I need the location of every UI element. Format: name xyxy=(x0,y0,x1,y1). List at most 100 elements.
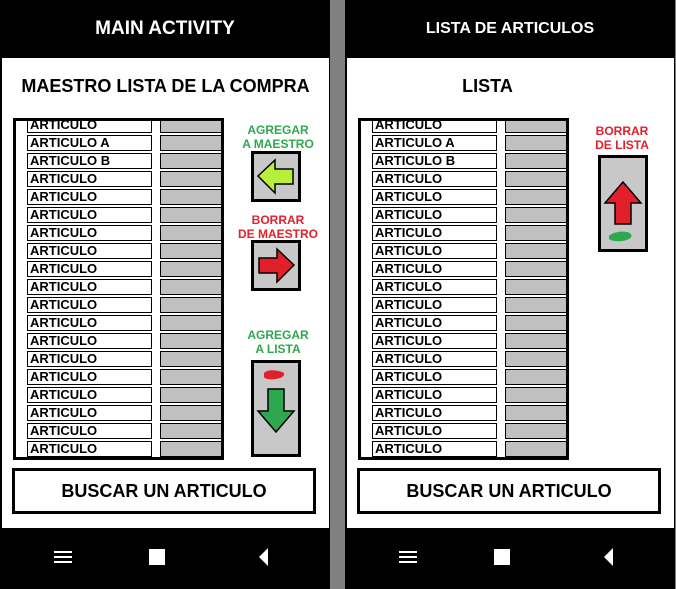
list-item[interactable]: ARTICULO xyxy=(16,169,221,187)
item-name[interactable]: ARTICULO A xyxy=(372,135,497,151)
item-name[interactable]: ARTICULO xyxy=(372,387,497,403)
item-quantity-field[interactable] xyxy=(160,279,221,295)
add-to-master-button[interactable] xyxy=(251,151,301,202)
item-name[interactable]: ARTICULO xyxy=(27,333,152,349)
item-name[interactable]: ARTICULO xyxy=(372,423,497,439)
item-quantity-field[interactable] xyxy=(160,315,221,331)
home-square-icon[interactable] xyxy=(493,548,511,566)
item-name[interactable]: ARTICULO xyxy=(27,441,152,457)
item-quantity-field[interactable] xyxy=(160,225,221,241)
item-quantity-field[interactable] xyxy=(160,369,221,385)
list-item[interactable]: ARTICULO xyxy=(361,241,566,259)
item-quantity-field[interactable] xyxy=(160,405,221,421)
item-name[interactable]: ARTICULO A xyxy=(27,135,152,151)
list-item[interactable]: ARTICULO xyxy=(361,295,566,313)
item-quantity-field[interactable] xyxy=(505,225,566,241)
item-quantity-field[interactable] xyxy=(160,297,221,313)
item-quantity-field[interactable] xyxy=(505,121,566,133)
home-square-icon[interactable] xyxy=(148,548,166,566)
search-button[interactable]: BUSCAR UN ARTICULO xyxy=(12,468,316,514)
item-quantity-field[interactable] xyxy=(505,441,566,457)
item-quantity-field[interactable] xyxy=(160,333,221,349)
item-name[interactable]: ARTICULO xyxy=(27,423,152,439)
item-name[interactable]: ARTICULO B xyxy=(27,153,152,169)
item-quantity-field[interactable] xyxy=(160,423,221,439)
list-item[interactable]: ARTICULO xyxy=(361,403,566,421)
item-quantity-field[interactable] xyxy=(505,189,566,205)
item-name[interactable]: ARTICULO xyxy=(27,297,152,313)
item-quantity-field[interactable] xyxy=(505,297,566,313)
item-name[interactable]: ARTICULO xyxy=(27,405,152,421)
item-quantity-field[interactable] xyxy=(505,279,566,295)
list-item[interactable]: ARTICULO xyxy=(361,349,566,367)
list-item[interactable]: ARTICULO B xyxy=(16,151,221,169)
item-name[interactable]: ARTICULO xyxy=(27,207,152,223)
item-name[interactable]: ARTICULO xyxy=(372,405,497,421)
list-item[interactable]: ARTICULO xyxy=(361,223,566,241)
menu-icon[interactable] xyxy=(54,548,72,566)
item-name[interactable]: ARTICULO xyxy=(27,387,152,403)
list-item[interactable]: ARTICULO xyxy=(16,349,221,367)
list-item[interactable]: ARTICULO xyxy=(361,313,566,331)
list-item[interactable]: ARTICULO xyxy=(16,187,221,205)
item-name[interactable]: ARTICULO xyxy=(27,261,152,277)
list-item[interactable]: ARTICULO xyxy=(361,367,566,385)
list-item[interactable]: ARTICULO xyxy=(16,121,221,133)
item-name[interactable]: ARTICULO xyxy=(372,441,497,457)
list-item[interactable]: ARTICULO xyxy=(16,259,221,277)
item-quantity-field[interactable] xyxy=(505,171,566,187)
item-quantity-field[interactable] xyxy=(505,369,566,385)
item-name[interactable]: ARTICULO xyxy=(27,121,152,133)
item-quantity-field[interactable] xyxy=(160,121,221,133)
item-name[interactable]: ARTICULO xyxy=(27,315,152,331)
list-item[interactable]: ARTICULO xyxy=(16,295,221,313)
item-quantity-field[interactable] xyxy=(505,261,566,277)
item-name[interactable]: ARTICULO xyxy=(372,189,497,205)
list-item[interactable]: ARTICULO xyxy=(16,385,221,403)
item-name[interactable]: ARTICULO B xyxy=(372,153,497,169)
list-item[interactable]: ARTICULO xyxy=(16,313,221,331)
list-item[interactable]: ARTICULO xyxy=(361,187,566,205)
item-quantity-field[interactable] xyxy=(160,207,221,223)
list-item[interactable]: ARTICULO xyxy=(361,205,566,223)
list-item[interactable]: ARTICULO xyxy=(16,439,221,457)
item-name[interactable]: ARTICULO xyxy=(27,369,152,385)
add-to-list-button[interactable] xyxy=(251,360,301,457)
item-quantity-field[interactable] xyxy=(505,351,566,367)
item-quantity-field[interactable] xyxy=(505,405,566,421)
item-name[interactable]: ARTICULO xyxy=(27,171,152,187)
item-quantity-field[interactable] xyxy=(505,135,566,151)
item-name[interactable]: ARTICULO xyxy=(372,351,497,367)
item-quantity-field[interactable] xyxy=(160,171,221,187)
item-quantity-field[interactable] xyxy=(505,387,566,403)
master-list[interactable]: ARTICULO ARTICULO A ARTICULO B ARTICULO ARTI… xyxy=(13,118,224,460)
item-name[interactable]: ARTICULO xyxy=(27,189,152,205)
item-quantity-field[interactable] xyxy=(160,189,221,205)
item-name[interactable]: ARTICULO xyxy=(372,207,497,223)
item-name[interactable]: ARTICULO xyxy=(27,351,152,367)
list-item[interactable]: ARTICULO A xyxy=(361,133,566,151)
item-name[interactable]: ARTICULO xyxy=(372,261,497,277)
menu-icon[interactable] xyxy=(399,548,417,566)
list-item[interactable]: ARTICULO xyxy=(16,277,221,295)
item-quantity-field[interactable] xyxy=(160,441,221,457)
list-item[interactable]: ARTICULO xyxy=(16,367,221,385)
back-triangle-icon[interactable] xyxy=(258,548,270,566)
list-item[interactable]: ARTICULO xyxy=(16,223,221,241)
item-quantity-field[interactable] xyxy=(505,153,566,169)
item-name[interactable]: ARTICULO xyxy=(372,121,497,133)
item-quantity-field[interactable] xyxy=(160,135,221,151)
list-item[interactable]: ARTICULO xyxy=(361,277,566,295)
item-quantity-field[interactable] xyxy=(160,243,221,259)
delete-from-list-button[interactable] xyxy=(598,155,648,252)
list-item[interactable]: ARTICULO xyxy=(16,331,221,349)
item-quantity-field[interactable] xyxy=(505,243,566,259)
item-quantity-field[interactable] xyxy=(160,387,221,403)
item-quantity-field[interactable] xyxy=(505,333,566,349)
item-quantity-field[interactable] xyxy=(160,261,221,277)
item-name[interactable]: ARTICULO xyxy=(27,243,152,259)
list-item[interactable]: ARTICULO xyxy=(361,439,566,457)
back-triangle-icon[interactable] xyxy=(603,548,615,566)
item-name[interactable]: ARTICULO xyxy=(372,333,497,349)
list-item[interactable]: ARTICULO xyxy=(361,331,566,349)
